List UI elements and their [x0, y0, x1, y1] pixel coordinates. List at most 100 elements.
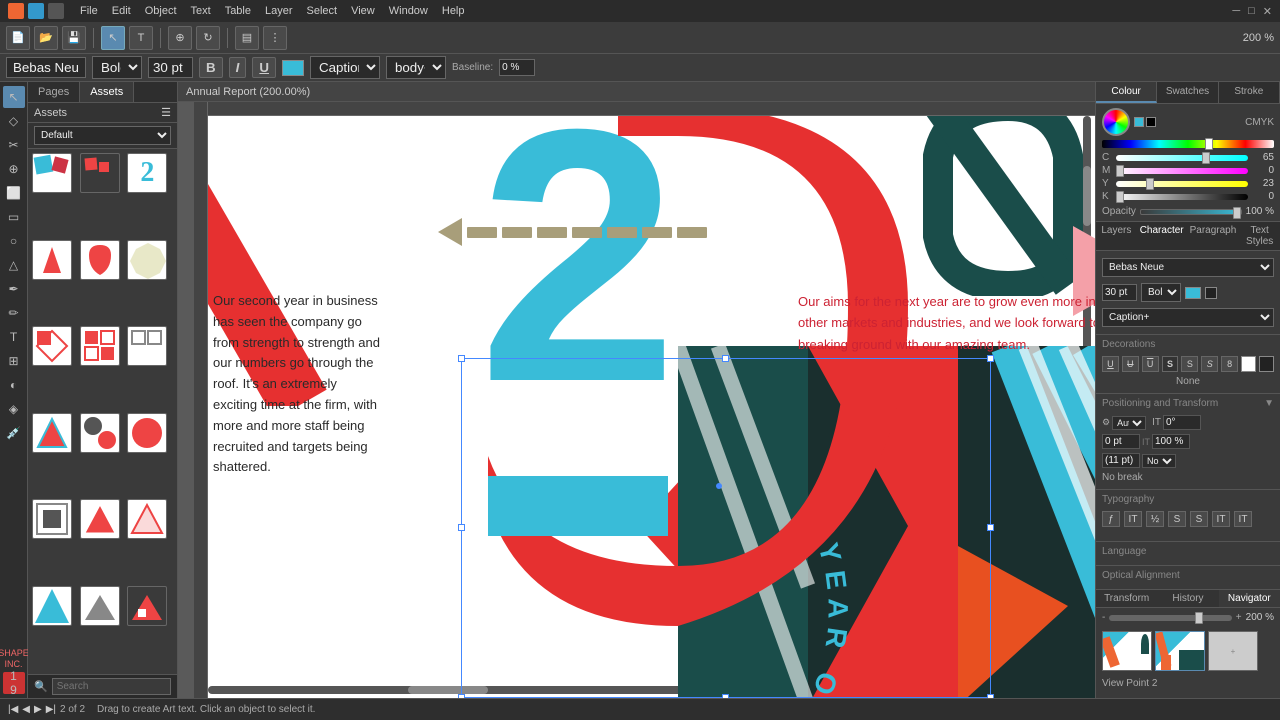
zoom-button[interactable]: ⊕ — [168, 26, 192, 50]
maximize-button[interactable]: □ — [1248, 5, 1255, 18]
font-decor-btn3[interactable]: S — [1201, 356, 1218, 372]
rotate-button[interactable]: ↻ — [196, 26, 220, 50]
menu-layer[interactable]: Layer — [265, 5, 293, 17]
pencil-tool[interactable]: ✏ — [3, 302, 25, 324]
typo-btn-4[interactable]: S — [1168, 511, 1186, 527]
asset-item[interactable] — [127, 499, 167, 539]
bold-button[interactable]: B — [199, 57, 223, 78]
m-slider-track[interactable] — [1116, 168, 1248, 174]
save-button[interactable]: 💾 — [62, 26, 86, 50]
font-decor-btn2[interactable]: S — [1181, 356, 1198, 372]
asset-item[interactable] — [127, 586, 167, 626]
color-wheel-icon[interactable] — [1102, 108, 1130, 136]
italic-button[interactable]: I — [229, 57, 247, 78]
asset-item[interactable] — [32, 326, 72, 366]
table-tool[interactable]: ⊞ — [3, 350, 25, 372]
pt-input[interactable] — [1102, 453, 1140, 468]
asset-item[interactable] — [80, 413, 120, 453]
asset-item[interactable]: 2 — [127, 153, 167, 193]
font-size-input[interactable] — [148, 57, 193, 78]
char-stroke-box[interactable] — [1205, 287, 1217, 299]
text-tool[interactable]: T — [129, 26, 153, 50]
navigator-tab[interactable]: Navigator — [1219, 590, 1280, 607]
character-sub-tab[interactable]: Character — [1137, 222, 1187, 250]
pos-auto-dropdown[interactable]: Auto — [1112, 416, 1146, 430]
menu-text[interactable]: Text — [191, 5, 211, 17]
style-dropdown[interactable]: Caption+ — [310, 56, 380, 79]
page-play-button[interactable]: ▶ — [34, 704, 42, 715]
thumb-3[interactable]: + — [1208, 631, 1258, 671]
typo-btn-1[interactable]: ƒ — [1102, 511, 1120, 527]
page-first-button[interactable]: |◀ — [8, 704, 18, 715]
thumb-1[interactable] — [1102, 631, 1152, 671]
asset-item[interactable] — [32, 240, 72, 280]
asset-item[interactable] — [127, 413, 167, 453]
text-style-dropdown[interactable]: Caption+ — [1102, 308, 1274, 327]
typo-btn-2[interactable]: IT — [1124, 511, 1142, 527]
typo-btn-3[interactable]: ½ — [1146, 511, 1164, 527]
text-color-box[interactable] — [282, 60, 304, 76]
asset-item[interactable] — [127, 326, 167, 366]
font-style-select[interactable]: Bold — [92, 56, 142, 79]
underline-decor-btn[interactable]: U — [1102, 356, 1119, 372]
fill-tool[interactable]: ◈ — [3, 398, 25, 420]
zoom-plus-icon[interactable]: + — [1236, 612, 1242, 623]
asset-item[interactable] — [32, 153, 72, 193]
pages-tab[interactable]: Pages — [28, 82, 80, 102]
search-input[interactable] — [52, 678, 171, 695]
frame-tool[interactable]: ⬜ — [3, 182, 25, 204]
typo-btn-6[interactable]: IT — [1212, 511, 1230, 527]
baseline-input[interactable] — [499, 59, 535, 76]
page-next-button[interactable]: ▶| — [46, 704, 56, 715]
decor-stroke-swatch[interactable] — [1259, 356, 1274, 372]
font-name-input[interactable] — [6, 57, 86, 78]
typo-btn-7[interactable]: IT — [1234, 511, 1252, 527]
scale-x-input[interactable] — [1152, 434, 1190, 449]
node-tool[interactable]: ◇ — [3, 110, 25, 132]
fill-color-swatch[interactable] — [1134, 117, 1144, 127]
menu-file[interactable]: File — [80, 5, 98, 17]
page-prev-button[interactable]: ◀ — [22, 704, 30, 715]
opacity-slider-track[interactable] — [1140, 209, 1242, 215]
typo-btn-5[interactable]: S — [1190, 511, 1208, 527]
triangle-tool[interactable]: △ — [3, 254, 25, 276]
menu-edit[interactable]: Edit — [112, 5, 131, 17]
asset-item[interactable] — [80, 326, 120, 366]
ellipse-tool[interactable]: ○ — [3, 230, 25, 252]
eyedropper-tool[interactable]: 💉 — [3, 422, 25, 444]
close-button[interactable]: ✕ — [1263, 5, 1272, 18]
stroke-color-swatch[interactable] — [1146, 117, 1156, 127]
paragraph-sub-tab[interactable]: Paragraph — [1187, 222, 1240, 250]
asset-item[interactable] — [80, 499, 120, 539]
asset-item[interactable] — [80, 153, 120, 193]
menu-view[interactable]: View — [351, 5, 375, 17]
k-slider-track[interactable] — [1116, 194, 1248, 200]
font-family-dropdown[interactable]: Bebas Neue — [1102, 258, 1274, 277]
select-tool[interactable]: ↖ — [101, 26, 125, 50]
overline-decor-btn[interactable]: U — [1142, 356, 1159, 372]
swatches-tab[interactable]: Swatches — [1157, 82, 1218, 103]
font-decor-btn4[interactable]: 8 — [1221, 356, 1238, 372]
menu-table[interactable]: Table — [225, 5, 251, 17]
stroke-tab[interactable]: Stroke — [1219, 82, 1280, 103]
menu-window[interactable]: Window — [389, 5, 428, 17]
assets-filter[interactable]: Default — [34, 126, 171, 145]
layers-sub-tab[interactable]: Layers — [1096, 222, 1137, 250]
font-size-field[interactable] — [1102, 284, 1137, 301]
text-styles-sub-tab[interactable]: Text Styles — [1239, 222, 1280, 250]
asset-item[interactable] — [80, 586, 120, 626]
strikethrough-decor-btn[interactable]: U — [1122, 356, 1139, 372]
red-tool[interactable]: 19 — [3, 672, 25, 694]
align-button[interactable]: ▤ — [235, 26, 259, 50]
font-weight-dropdown[interactable]: Bold — [1141, 283, 1181, 302]
underline-button[interactable]: U — [252, 57, 276, 78]
new-document-button[interactable]: 📄 — [6, 26, 30, 50]
width-input[interactable] — [1102, 434, 1140, 449]
asset-item[interactable] — [32, 586, 72, 626]
angle-input[interactable] — [1163, 415, 1201, 430]
hue-spectrum[interactable] — [1102, 140, 1274, 148]
menu-object[interactable]: Object — [145, 5, 177, 17]
minimize-button[interactable]: ─ — [1232, 5, 1240, 18]
gradient-tool[interactable]: ◐ — [3, 374, 25, 396]
menu-help[interactable]: Help — [442, 5, 465, 17]
